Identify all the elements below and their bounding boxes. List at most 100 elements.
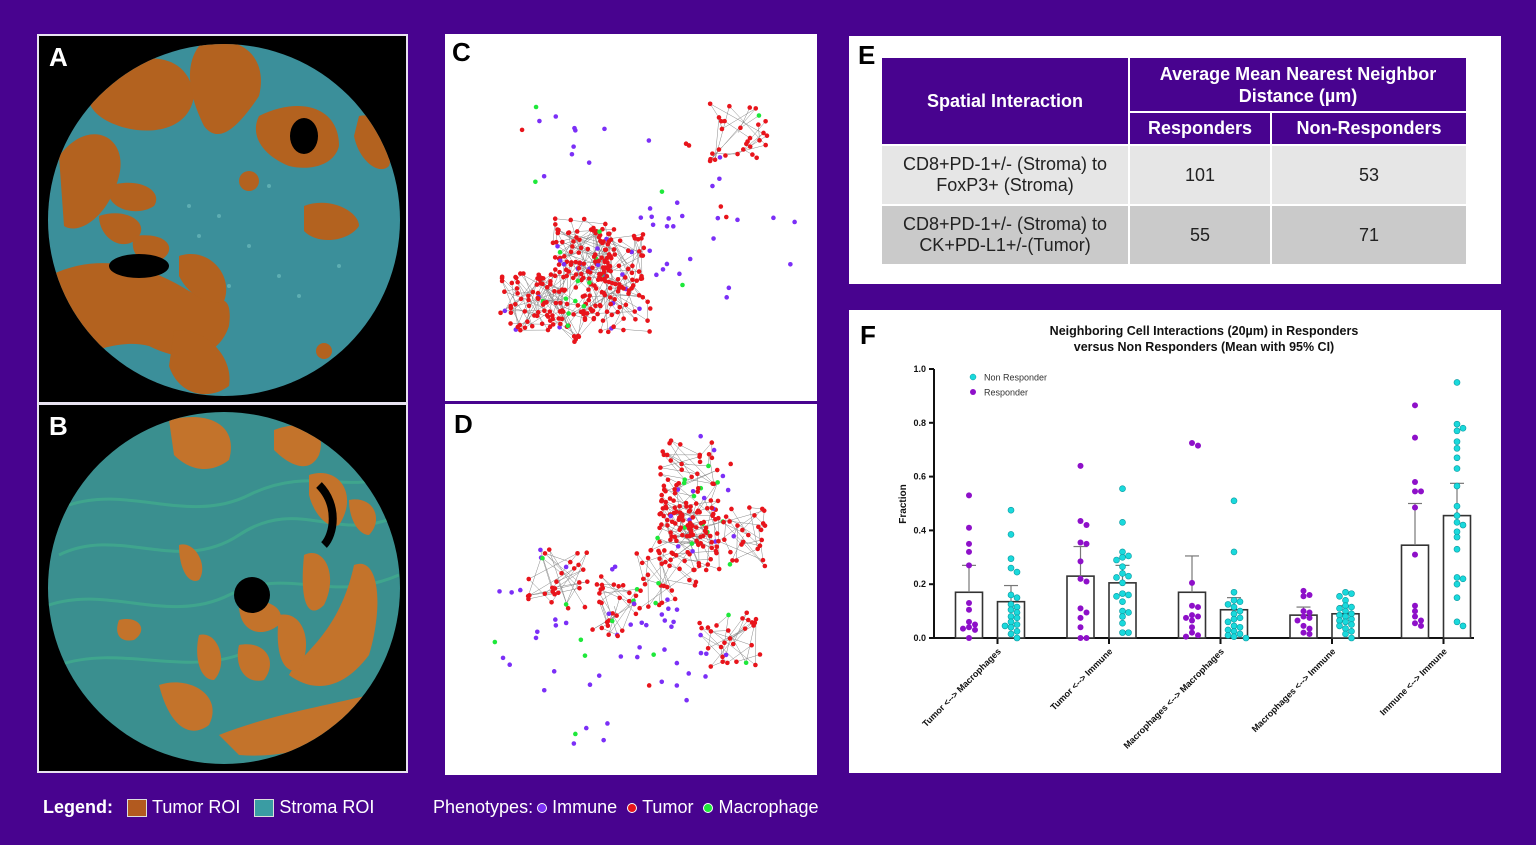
tumor-cell-node [615, 276, 621, 282]
immune-cell-node [497, 589, 502, 594]
tumor-cell-node [577, 585, 582, 591]
tumor-cell-node [756, 524, 761, 530]
data-point-non-responder [1007, 591, 1015, 599]
tumor-cell-node [640, 253, 646, 258]
non-responders-value: 71 [1270, 204, 1468, 266]
tumor-cell-node [661, 583, 667, 589]
tumor-cell-node [723, 214, 729, 220]
cell-edge [641, 238, 643, 279]
immune-cell-node [572, 125, 577, 131]
tumor-cell-node [556, 316, 562, 321]
tumor-cell-node [638, 276, 644, 282]
data-point-non-responder [1453, 594, 1461, 601]
panel-letter-f: F [860, 320, 876, 350]
tumor-cell-node [597, 591, 602, 596]
tumor-cell-node [623, 302, 629, 308]
data-point-responder [1412, 620, 1418, 627]
tumor-cell-node [607, 285, 613, 291]
tumor-cell-node [554, 579, 559, 585]
tumor-cell-node [674, 509, 679, 515]
cell-edge [716, 614, 729, 626]
tumor-cell-node [695, 508, 701, 514]
data-point-responder [1183, 614, 1189, 621]
tumor-cell-node [709, 455, 715, 461]
tumor-cell-node [590, 265, 595, 271]
tumor-cell-node [679, 461, 684, 467]
tumor-cell-node [674, 482, 679, 488]
data-point-non-responder [1119, 629, 1126, 636]
cell-edge [566, 295, 590, 327]
legend-tumor-roi: Tumor ROI [152, 797, 241, 817]
macrophage-cell-node [597, 229, 602, 234]
y-tick-label: 0.6 [913, 472, 926, 482]
tumor-cell-node [573, 272, 579, 277]
tumor-cell-node [753, 616, 759, 622]
tumor-cell-node [713, 548, 719, 554]
tumor-cell-node [718, 118, 724, 124]
data-point-responder [966, 492, 972, 499]
data-point-non-responder [1453, 545, 1461, 553]
macrophage-cell-node [689, 541, 695, 546]
tumor-cell-node [709, 440, 715, 445]
tumor-cell-node [578, 245, 584, 251]
macrophage-cell-node [726, 612, 731, 618]
tumor-cell-node [714, 544, 720, 550]
tumor-cell-node [553, 267, 558, 272]
macrophage-cell-node [691, 493, 697, 499]
tumor-cell-node [759, 537, 765, 543]
tumor-cell-node [657, 556, 662, 561]
stroma-roi-swatch [254, 798, 275, 817]
tumor-cell-node [564, 301, 570, 307]
phenotype-legend: Phenotypes: Immune Tumor Macrophage [433, 797, 819, 818]
legend-macrophage: Macrophage [718, 797, 819, 817]
tumor-cell-node [559, 570, 564, 576]
tumor-cell-node [607, 263, 613, 269]
data-point-responder [966, 562, 972, 569]
tumor-cell-node [563, 267, 569, 273]
macrophage-cell-node [582, 653, 588, 658]
data-point-non-responder [1230, 603, 1238, 611]
tumor-cell-node [640, 232, 646, 237]
tumor-cell-node [680, 532, 685, 538]
legend-stroma-roi: Stroma ROI [279, 797, 375, 817]
cell-edge [611, 328, 650, 332]
data-point-non-responder [1119, 563, 1126, 571]
cell-edge [714, 117, 720, 160]
data-point-non-responder [1119, 570, 1126, 577]
tumor-cell-node [588, 306, 593, 312]
tumor-cell-node [738, 125, 743, 131]
immune-cell-node [690, 549, 695, 554]
immune-cell-node [670, 224, 676, 229]
tumor-cell-node [515, 324, 521, 330]
bar-responder [954, 591, 984, 639]
tumor-cell-node [587, 293, 592, 299]
tumor-cell-node [593, 303, 598, 309]
tumor-cell-node [636, 269, 642, 274]
tumor-cell-node [591, 316, 597, 322]
data-point-responder [1189, 602, 1195, 609]
tumor-cell-node [518, 296, 524, 302]
header-spatial-interaction: Spatial Interaction [880, 56, 1130, 146]
tumor-cell-node [599, 582, 605, 588]
immune-cell-node [602, 126, 607, 132]
tumor-cell-node [665, 517, 670, 523]
tumor-cell-node [615, 309, 621, 315]
tumor-cell-node [688, 504, 693, 509]
tumor-cell-node [633, 611, 639, 617]
data-point-non-responder [1236, 607, 1244, 615]
cell-edge [549, 549, 569, 609]
data-point-responder [1189, 629, 1195, 636]
immune-cell-node [500, 655, 506, 661]
immune-cell-node [698, 650, 704, 656]
tumor-cell-node [514, 286, 520, 291]
immune-cell-node [687, 256, 693, 262]
data-point-non-responder [1453, 427, 1461, 435]
data-point-non-responder [1336, 605, 1343, 612]
data-point-non-responder [1453, 420, 1461, 428]
macrophage-cell-node [565, 323, 571, 329]
interactions-bar-chart: Neighboring Cell Interactions (20µm) in … [898, 324, 1474, 751]
tumor-cell-node [685, 549, 691, 555]
tumor-cell-node [721, 519, 726, 525]
tumor-cell-node [657, 525, 662, 531]
cell-edge [718, 518, 720, 570]
